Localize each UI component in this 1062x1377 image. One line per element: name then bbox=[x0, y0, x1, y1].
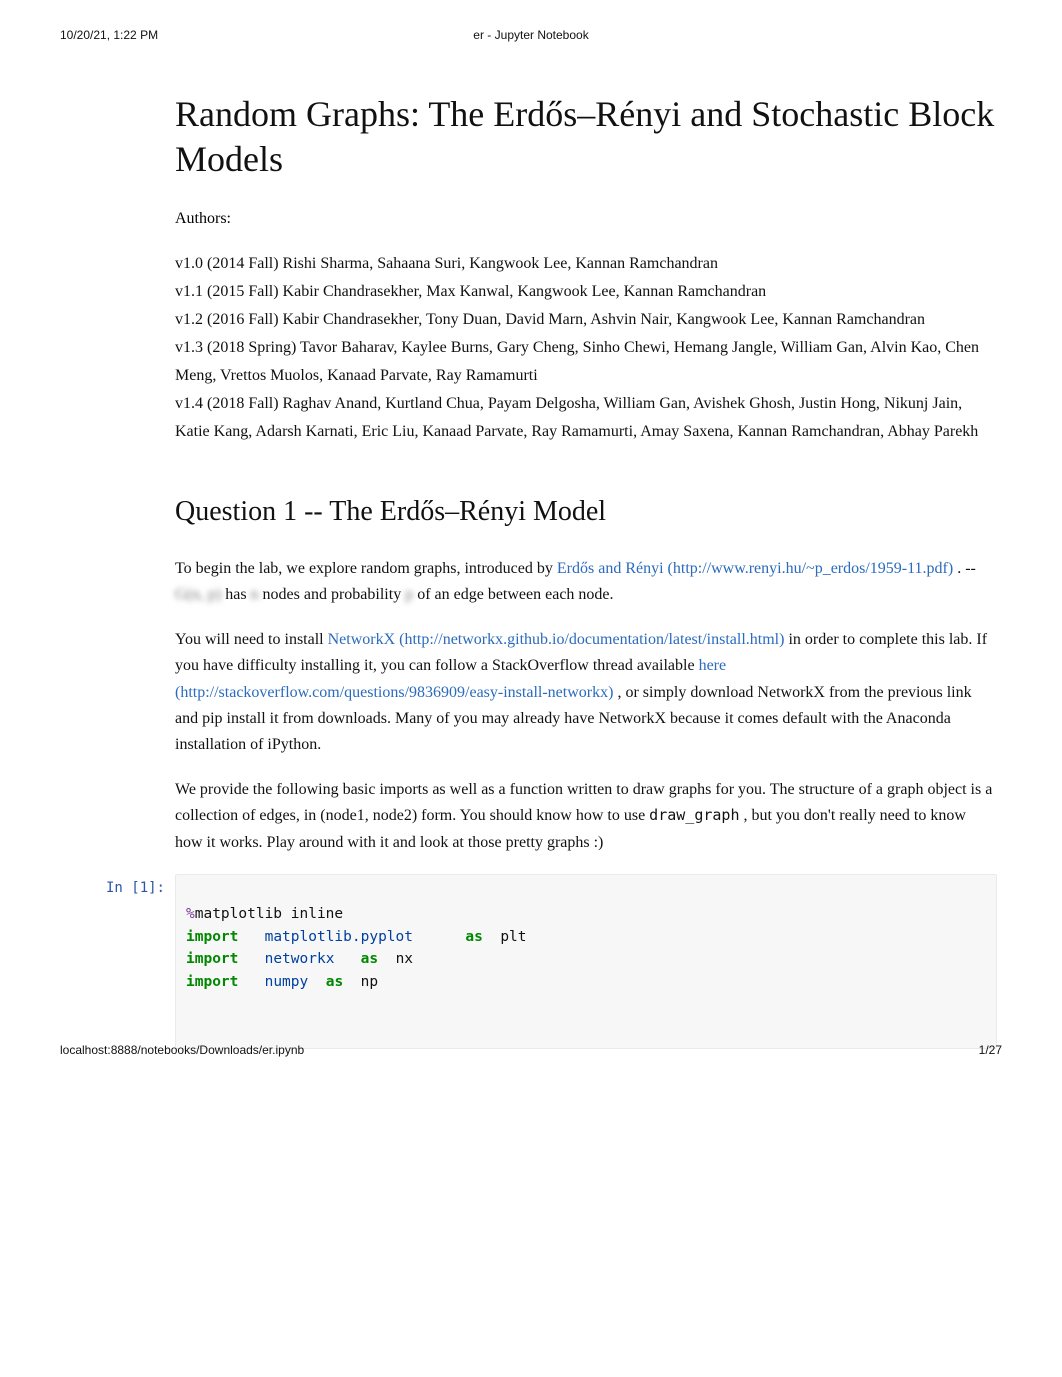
text: nodes and probability bbox=[263, 586, 406, 603]
print-header: 10/20/21, 1:22 PM er - Jupyter Notebook bbox=[60, 28, 1002, 42]
authors-versions: v1.0 (2014 Fall) Rishi Sharma, Sahaana S… bbox=[175, 250, 997, 446]
text: You will need to install bbox=[175, 631, 328, 648]
q1-paragraph-3: We provide the following basic imports a… bbox=[175, 777, 997, 856]
header-title: er - Jupyter Notebook bbox=[473, 28, 588, 42]
q1-paragraph-1: To begin the lab, we explore random grap… bbox=[175, 556, 997, 609]
alias: np bbox=[361, 974, 378, 990]
module-name: matplotlib.pyplot bbox=[265, 929, 413, 945]
page-title: Random Graphs: The Erdős–Rényi and Stoch… bbox=[175, 92, 997, 182]
alias: nx bbox=[396, 951, 413, 967]
text: of an edge between each node. bbox=[417, 586, 613, 603]
section-heading-q1: Question 1 -- The Erdős–Rényi Model bbox=[175, 496, 997, 528]
module-name: numpy bbox=[265, 974, 309, 990]
kw-import: import bbox=[186, 929, 238, 945]
text: . -- bbox=[957, 560, 976, 577]
blurred-var-n: n bbox=[251, 586, 259, 603]
blurred-var-p: p bbox=[405, 586, 413, 603]
text: To begin the lab, we explore random grap… bbox=[175, 560, 557, 577]
module-name: networkx bbox=[265, 951, 335, 967]
code-cell[interactable]: %matplotlib inline import matplotlib.pyp… bbox=[175, 874, 997, 1049]
q1-paragraph-2: You will need to install NetworkX (http:… bbox=[175, 627, 997, 759]
kw-as: as bbox=[361, 951, 378, 967]
code-text: matplotlib inline bbox=[195, 906, 343, 922]
input-prompt: In [1]: bbox=[75, 874, 175, 896]
footer-page-number: 1/27 bbox=[979, 1043, 1002, 1057]
link-networkx-install[interactable]: NetworkX (http://networkx.github.io/docu… bbox=[328, 631, 785, 648]
code-fade-overlay bbox=[776, 875, 996, 1048]
link-erdos-renyi[interactable]: Erdős and Rényi (http://www.renyi.hu/~p_… bbox=[557, 560, 953, 577]
kw-import: import bbox=[186, 951, 238, 967]
header-timestamp: 10/20/21, 1:22 PM bbox=[60, 28, 158, 42]
kw-as: as bbox=[326, 974, 343, 990]
print-footer: localhost:8888/notebooks/Downloads/er.ip… bbox=[60, 1043, 1002, 1057]
alias: plt bbox=[500, 929, 526, 945]
blurred-formula: G(n, p) bbox=[175, 586, 221, 603]
kw-import: import bbox=[186, 974, 238, 990]
text: has bbox=[225, 586, 250, 603]
op-percent: % bbox=[186, 906, 195, 922]
footer-url: localhost:8888/notebooks/Downloads/er.ip… bbox=[60, 1043, 304, 1057]
inline-code-drawgraph: draw_graph bbox=[649, 806, 739, 824]
kw-as: as bbox=[465, 929, 482, 945]
authors-label: Authors: bbox=[175, 210, 997, 228]
